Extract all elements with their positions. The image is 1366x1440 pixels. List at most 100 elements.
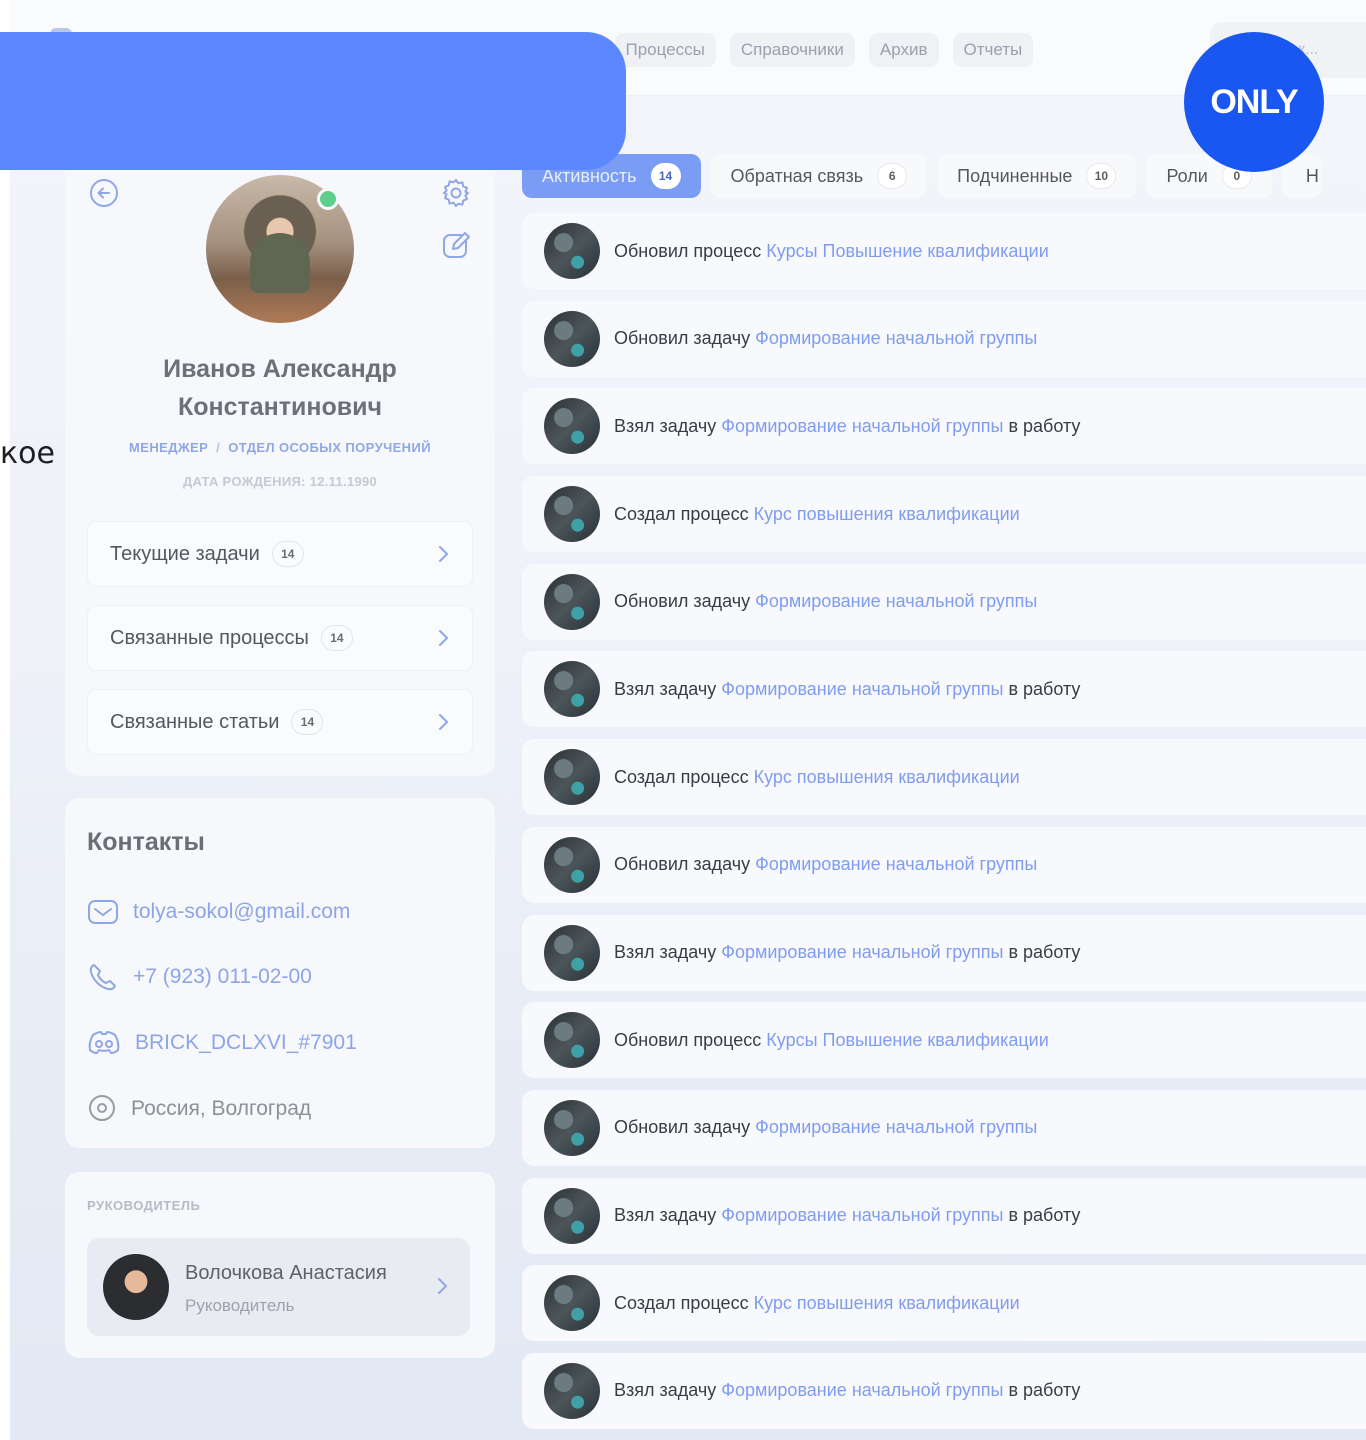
tab-feedback[interactable]: Обратная связь 6 [710, 154, 928, 198]
nav-item-reports[interactable]: Отчеты [952, 33, 1034, 67]
feed-item[interactable]: Создал процесс Курс повышения квалификаци… [522, 739, 1366, 816]
feed-avatar [544, 836, 600, 893]
overlay-text-fragment: кое [0, 436, 55, 471]
feed-item[interactable]: Обновил задачу Формирование начальной гру… [522, 563, 1366, 640]
feed-action: Обновил задачу [614, 328, 751, 349]
discord-icon [88, 1031, 120, 1054]
profile-tabs: Активность 14 Обратная связь 6 Подчиненн… [522, 154, 1322, 198]
nav-item-processes[interactable]: Процессы [614, 33, 716, 67]
feed-item[interactable]: Взял задачу Формирование начальной группы… [522, 1177, 1366, 1254]
feed-item[interactable]: Взял задачу Формирование начальной группы… [522, 914, 1366, 991]
feed-action: Создал процесс [614, 766, 749, 787]
contacts-title: Контакты [87, 828, 205, 856]
feed-item[interactable]: Обновил задачу Формирование начальной гру… [522, 826, 1366, 903]
manager-section-label: РУКОВОДИТЕЛЬ [87, 1198, 201, 1213]
edit-icon[interactable] [439, 228, 473, 262]
contact-discord[interactable]: BRICK_DCLXVI_#7901 [87, 1026, 357, 1060]
location-pin-icon [89, 1095, 115, 1121]
feed-link[interactable]: Курс повышения квалификации [754, 1293, 1020, 1314]
contact-phone[interactable]: +7 (923) 011-02-00 [87, 960, 312, 994]
discord-value[interactable]: BRICK_DCLXVI_#7901 [135, 1031, 357, 1055]
tab-feedback-label: Обратная связь [730, 165, 864, 186]
tab-more-label: Н [1305, 165, 1319, 186]
feed-link[interactable]: Курс повышения квалификации [754, 767, 1020, 788]
feed-link[interactable]: Формирование начальной группы [721, 1380, 1003, 1401]
feed-link[interactable]: Формирование начальной группы [721, 1205, 1003, 1226]
email-value[interactable]: tolya-sokol@gmail.com [133, 900, 350, 924]
related-processes-count: 14 [320, 625, 353, 651]
only-logo-badge: ONLY [1184, 32, 1324, 172]
feed-item[interactable]: Обновил процесс Курсы Повышение квалифика… [522, 213, 1366, 289]
tab-roles-label: Роли [1166, 165, 1208, 186]
feed-link[interactable]: Формирование начальной группы [755, 854, 1037, 875]
related-articles-link[interactable]: Связанные статьи 14 [87, 689, 473, 755]
meta-separator: / [216, 440, 221, 455]
profile-position: МЕНЕДЖЕР / ОТДЕЛ ОСОБЫХ ПОРУЧЕНИЙ [65, 440, 495, 455]
nav-item-directories[interactable]: Справочники [729, 33, 855, 67]
nav-item-archive[interactable]: Архив [868, 33, 939, 67]
feed-item[interactable]: Обновил задачу Формирование начальной гру… [522, 300, 1366, 377]
feed-link[interactable]: Курсы Повышение квалификации [766, 1030, 1049, 1051]
feed-avatar [544, 310, 600, 367]
feed-link[interactable]: Курс повышения квалификации [754, 504, 1020, 525]
feed-link[interactable]: Формирование начальной группы [721, 942, 1003, 963]
tab-subordinates[interactable]: Подчиненные 10 [937, 154, 1137, 198]
gear-icon[interactable] [439, 176, 473, 210]
phone-value[interactable]: +7 (923) 011-02-00 [133, 965, 312, 989]
feed-item[interactable]: Обновил процесс Курсы Повышение квалифика… [522, 1002, 1366, 1079]
feed-link[interactable]: Формирование начальной группы [721, 416, 1003, 437]
online-status-indicator [317, 188, 339, 210]
feed-avatar [544, 573, 600, 630]
tab-subordinates-count: 10 [1086, 163, 1117, 189]
feed-item[interactable]: Взял задачу Формирование начальной группы… [522, 651, 1366, 728]
related-processes-label: Связанные процессы [110, 626, 309, 649]
app-window: й Процессы Справочники Архив Отчеты Иван… [10, 0, 1366, 1440]
feed-avatar [544, 1012, 600, 1069]
feed-suffix: в работу [1008, 942, 1081, 962]
feed-action: Обновил процесс [614, 1029, 762, 1050]
phone-icon [89, 964, 116, 991]
feed-item[interactable]: Взял задачу Формирование начальной группы… [522, 1352, 1366, 1429]
feed-link[interactable]: Формирование начальной группы [755, 1117, 1037, 1138]
chevron-right-icon [439, 630, 448, 646]
current-tasks-label: Текущие задачи [110, 542, 260, 565]
feed-action: Создал процесс [614, 1292, 749, 1313]
promo-banner [0, 32, 626, 170]
feed-action: Обновил процесс [614, 240, 762, 261]
feed-suffix: в работу [1008, 1205, 1081, 1226]
back-arrow-icon[interactable] [87, 176, 121, 210]
position-label[interactable]: МЕНЕДЖЕР [129, 440, 208, 455]
feed-action: Взял задачу [614, 942, 717, 962]
feed-action: Создал процесс [614, 503, 749, 524]
feed-link[interactable]: Курсы Повышение квалификации [766, 241, 1049, 262]
chevron-right-icon [439, 714, 448, 730]
feed-action: Взял задачу [614, 415, 717, 436]
location-value: Россия, Волгоград [131, 1097, 312, 1120]
department-label[interactable]: ОТДЕЛ ОСОБЫХ ПОРУЧЕНИЙ [228, 440, 431, 455]
feed-link[interactable]: Формирование начальной группы [721, 679, 1003, 700]
related-articles-label: Связанные статьи [110, 710, 280, 733]
feed-item[interactable]: Обновил задачу Формирование начальной гру… [522, 1089, 1366, 1166]
feed-item[interactable]: Взял задачу Формирование начальной группы… [522, 388, 1366, 465]
chevron-right-icon [438, 1278, 447, 1294]
tab-feedback-count: 6 [877, 163, 908, 189]
contact-email[interactable]: tolya-sokol@gmail.com [87, 895, 350, 929]
feed-avatar [544, 1362, 600, 1419]
related-processes-link[interactable]: Связанные процессы 14 [87, 605, 473, 671]
feed-link[interactable]: Формирование начальной группы [755, 328, 1037, 349]
current-tasks-count: 14 [271, 541, 304, 567]
feed-avatar [544, 924, 600, 981]
current-tasks-link[interactable]: Текущие задачи 14 [87, 521, 473, 587]
feed-avatar [544, 486, 600, 543]
feed-action: Обновил задачу [614, 854, 751, 875]
manager-item[interactable]: Волочкова Анастасия Руководитель [87, 1238, 470, 1336]
feed-item[interactable]: Создал процесс Курс повышения квалификаци… [522, 476, 1366, 553]
tab-activity-count: 14 [650, 163, 681, 189]
chevron-right-icon [439, 546, 448, 562]
feed-item[interactable]: Создал процесс Курс повышения квалификаци… [522, 1265, 1366, 1342]
manager-card: РУКОВОДИТЕЛЬ Волочкова Анастасия Руковод… [65, 1172, 495, 1358]
feed-link[interactable]: Формирование начальной группы [755, 591, 1037, 612]
feed-suffix: в работу [1008, 678, 1081, 699]
contacts-card: Контакты tolya-sokol@gmail.com +7 (923) … [65, 798, 495, 1148]
feed-avatar [544, 1099, 600, 1156]
